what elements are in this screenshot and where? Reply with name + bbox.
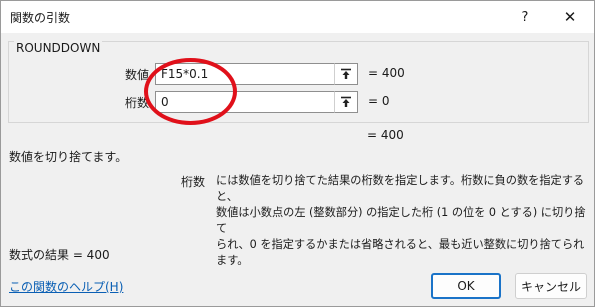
close-icon[interactable]: ✕ (557, 5, 583, 29)
formula-result: 数式の結果 = 400 (9, 248, 110, 262)
dialog-title: 関数の引数 (10, 11, 71, 25)
function-name: ROUNDDOWN (14, 41, 103, 55)
arg-help-name: 桁数 (181, 175, 206, 189)
arg-result-digits: = 0 (368, 94, 390, 108)
function-result: = 400 (367, 128, 404, 142)
collapse-dialog-button-digits[interactable] (334, 91, 358, 113)
collapse-dialog-button-number[interactable] (334, 63, 358, 85)
help-icon[interactable]: ? (512, 5, 538, 29)
arg-help-line: には数値を切り捨てた結果の桁数を指定します。桁数に負の数を指定すると、 (216, 174, 585, 203)
function-description: 数値を切り捨てます。 (9, 150, 128, 164)
digits-input[interactable]: 0 (155, 91, 335, 113)
arg-help-line: 数値は小数点の左 (整数部分) の指定した桁 (1 の位を 0 とする) に切り… (216, 206, 586, 235)
arg-help-text: には数値を切り捨てた結果の桁数を指定します。桁数に負の数を指定すると、 数値は小… (216, 173, 586, 269)
collapse-dialog-arrow-icon (341, 68, 351, 79)
function-arguments-dialog: 関数の引数 ? ✕ ROUNDDOWN 数値 F15*0.1 = 400 桁数 … (0, 0, 595, 307)
ok-button[interactable]: OK (431, 273, 501, 299)
title-bar[interactable]: 関数の引数 ? ✕ (1, 1, 594, 33)
arguments-group: ROUNDDOWN 数値 F15*0.1 = 400 桁数 0 = 0 (8, 41, 589, 123)
arg-result-number: = 400 (368, 66, 405, 80)
arg-label-number: 数値 (124, 68, 149, 82)
cancel-button[interactable]: キャンセル (515, 273, 587, 299)
number-input[interactable]: F15*0.1 (155, 63, 335, 85)
arg-label-digits: 桁数 (124, 96, 149, 110)
collapse-dialog-arrow-icon (341, 96, 351, 107)
function-help-link[interactable]: この関数のヘルプ(H) (9, 278, 123, 295)
arg-help-line: られ、0 を指定するかまたは省略されると、最も近い整数に切り捨てられます。 (216, 238, 585, 267)
